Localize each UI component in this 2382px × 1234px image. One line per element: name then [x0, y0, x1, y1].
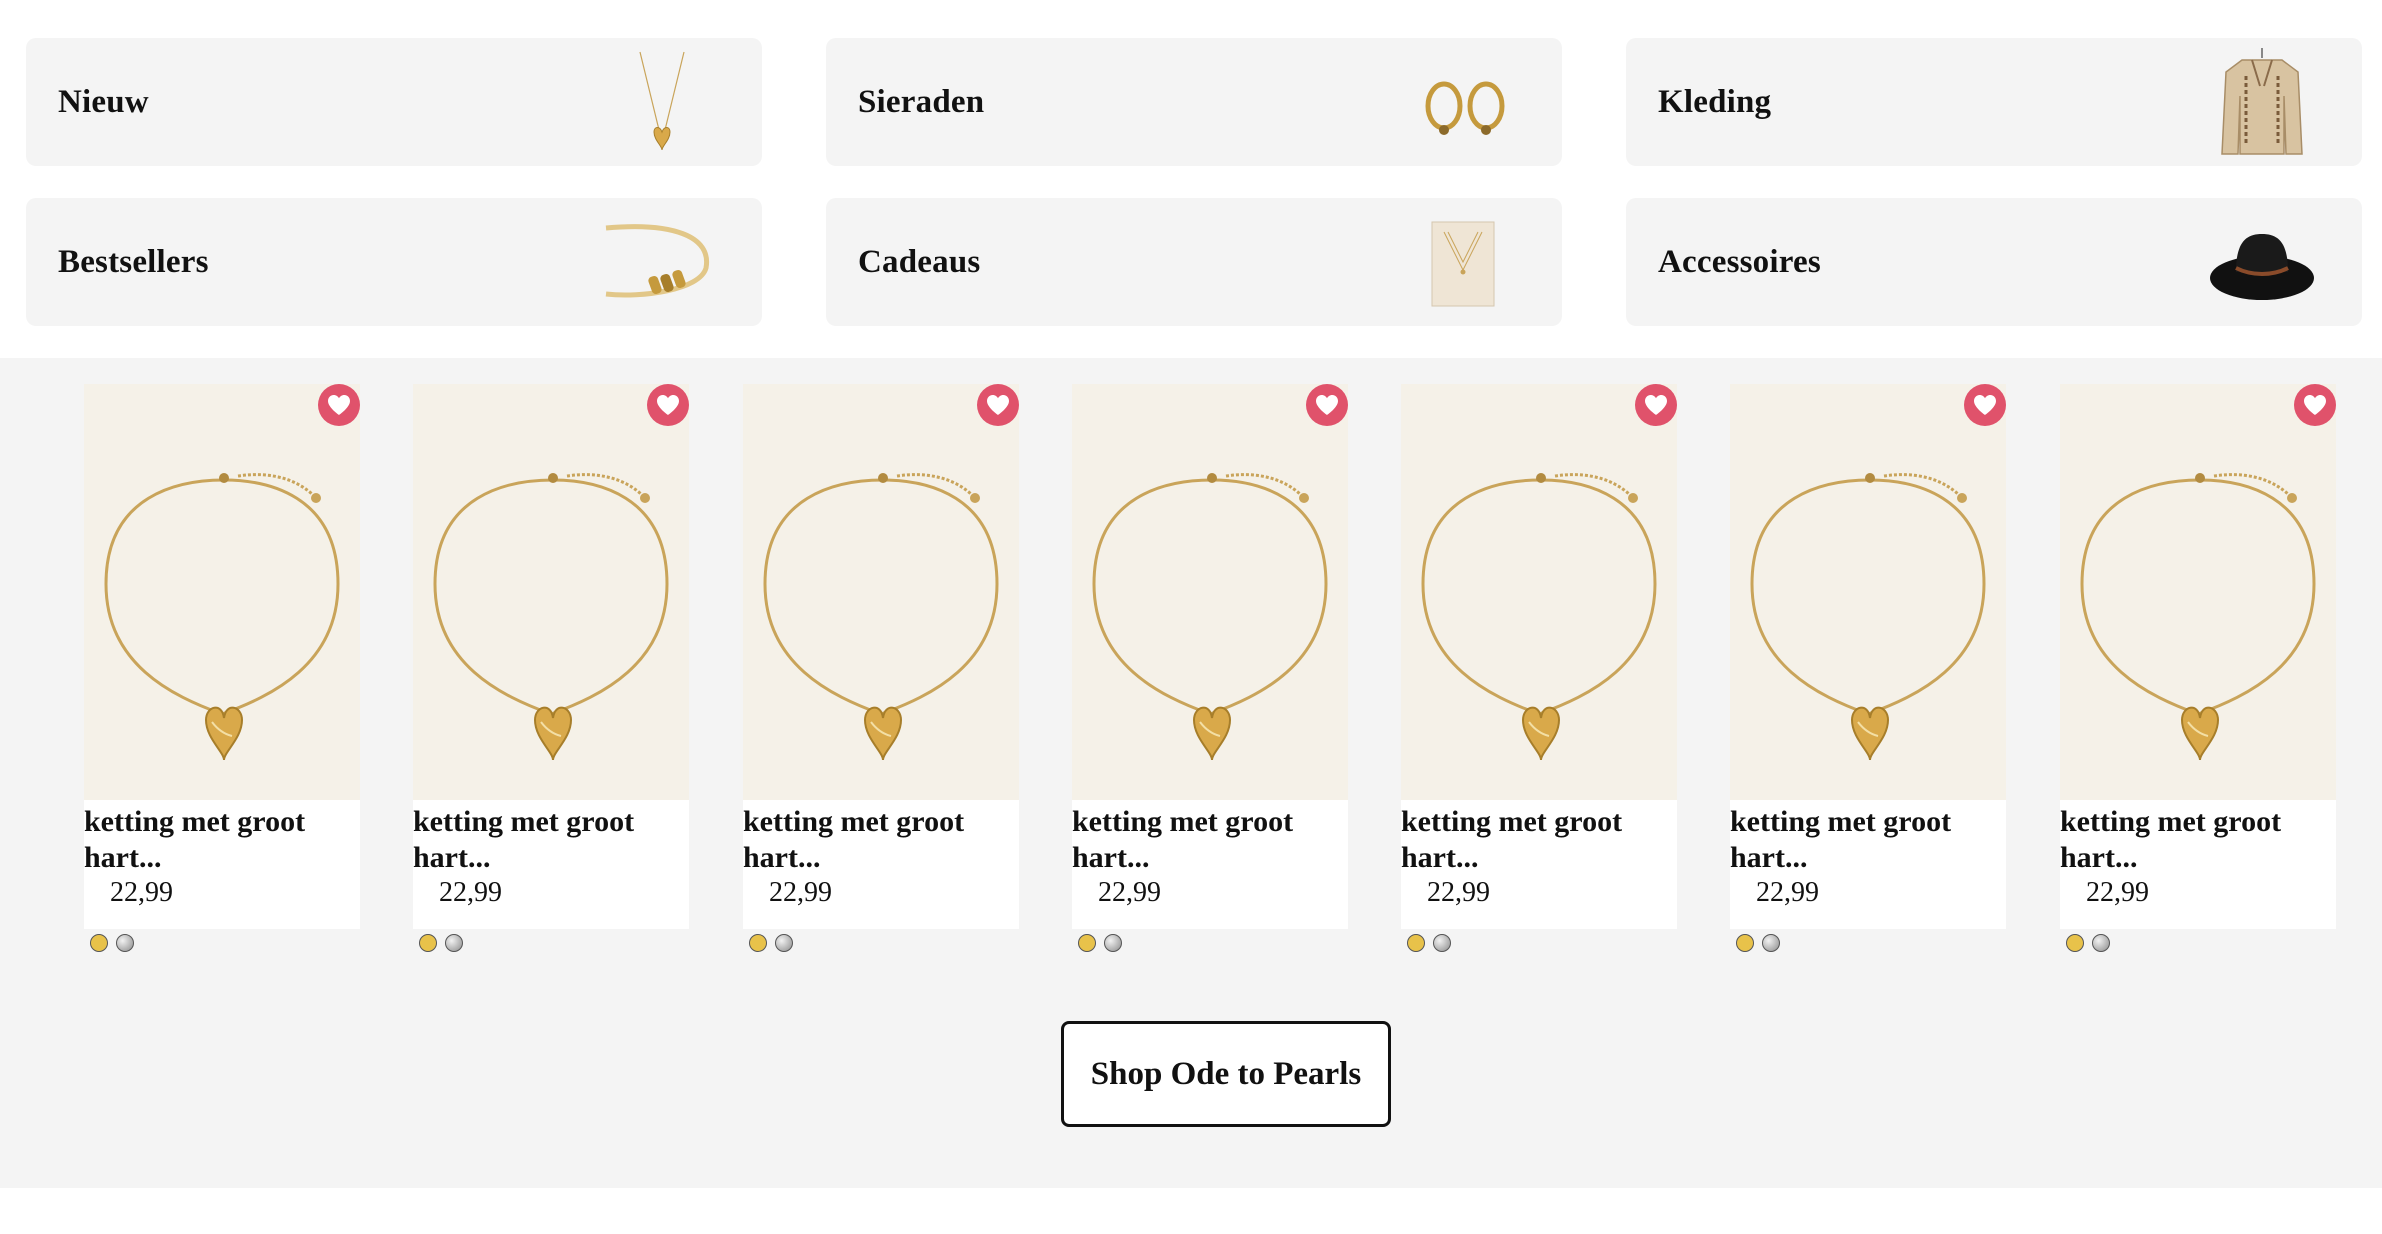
color-swatch-gold[interactable]: [1736, 934, 1754, 952]
color-swatch-silver[interactable]: [1104, 934, 1122, 952]
color-swatch-silver[interactable]: [1762, 934, 1780, 952]
wishlist-button[interactable]: [977, 384, 1019, 426]
category-image-hat: [2202, 206, 2322, 318]
page-footer-strip: [0, 1188, 2382, 1234]
product-card[interactable]: ketting met groot hart... 22,99: [84, 384, 360, 952]
category-image-cardigan: [2202, 46, 2322, 158]
product-price: 22,99: [110, 877, 173, 908]
shop-collection-button[interactable]: Shop Ode to Pearls: [1061, 1021, 1391, 1127]
category-label: Bestsellers: [58, 244, 209, 280]
product-carousel: ketting met groot hart... 22,99 ketting …: [0, 358, 2382, 1188]
product-card[interactable]: ketting met groot hart... 22,99: [2060, 384, 2336, 952]
category-tile-nieuw[interactable]: Nieuw: [26, 38, 762, 166]
category-image-earrings: [1402, 46, 1522, 158]
category-tile-accessoires[interactable]: Accessoires: [1626, 198, 2362, 326]
product-price: 22,99: [1427, 877, 1490, 908]
category-label: Accessoires: [1658, 244, 1821, 280]
product-title[interactable]: ketting met groot hart...: [2060, 804, 2336, 876]
color-swatches: [90, 934, 134, 952]
color-swatches: [1078, 934, 1122, 952]
product-image[interactable]: [2060, 384, 2336, 800]
color-swatch-gold[interactable]: [1078, 934, 1096, 952]
category-image-necklace: [602, 46, 722, 158]
category-tile-kleding[interactable]: Kleding: [1626, 38, 2362, 166]
product-image[interactable]: [1401, 384, 1677, 800]
product-title[interactable]: ketting met groot hart...: [1730, 804, 2006, 876]
product-title[interactable]: ketting met groot hart...: [1072, 804, 1348, 876]
heart-icon: [1314, 393, 1340, 417]
category-tile-bestsellers[interactable]: Bestsellers: [26, 198, 762, 326]
color-swatch-silver[interactable]: [445, 934, 463, 952]
wishlist-button[interactable]: [647, 384, 689, 426]
color-swatches: [2066, 934, 2110, 952]
color-swatches: [419, 934, 463, 952]
heart-icon: [2302, 393, 2328, 417]
heart-icon: [326, 393, 352, 417]
category-tile-sieraden[interactable]: Sieraden: [826, 38, 1562, 166]
product-title[interactable]: ketting met groot hart...: [743, 804, 1019, 876]
product-title[interactable]: ketting met groot hart...: [413, 804, 689, 876]
color-swatch-gold[interactable]: [90, 934, 108, 952]
product-card[interactable]: ketting met groot hart... 22,99: [743, 384, 1019, 952]
product-image[interactable]: [84, 384, 360, 800]
product-card[interactable]: ketting met groot hart... 22,99: [1072, 384, 1348, 952]
color-swatch-gold[interactable]: [419, 934, 437, 952]
color-swatch-silver[interactable]: [116, 934, 134, 952]
color-swatch-gold[interactable]: [749, 934, 767, 952]
product-image[interactable]: [743, 384, 1019, 800]
wishlist-button[interactable]: [1635, 384, 1677, 426]
product-image[interactable]: [1730, 384, 2006, 800]
wishlist-button[interactable]: [318, 384, 360, 426]
color-swatch-silver[interactable]: [775, 934, 793, 952]
wishlist-button[interactable]: [2294, 384, 2336, 426]
product-card[interactable]: ketting met groot hart... 22,99: [1730, 384, 2006, 952]
product-title[interactable]: ketting met groot hart...: [1401, 804, 1677, 876]
category-grid: Nieuw Sieraden Kleding Bestsellers Cadea…: [0, 0, 2382, 358]
color-swatch-silver[interactable]: [2092, 934, 2110, 952]
product-card[interactable]: ketting met groot hart... 22,99: [413, 384, 689, 952]
product-price: 22,99: [439, 877, 502, 908]
category-label: Sieraden: [858, 84, 985, 120]
product-card[interactable]: ketting met groot hart... 22,99: [1401, 384, 1677, 952]
color-swatches: [749, 934, 793, 952]
category-image-bracelet: [602, 206, 722, 318]
category-image-gift-card: [1402, 206, 1522, 318]
category-label: Nieuw: [58, 84, 149, 120]
product-price: 22,99: [1098, 877, 1161, 908]
wishlist-button[interactable]: [1306, 384, 1348, 426]
color-swatch-gold[interactable]: [2066, 934, 2084, 952]
category-label: Cadeaus: [858, 244, 981, 280]
product-title[interactable]: ketting met groot hart...: [84, 804, 360, 876]
color-swatches: [1736, 934, 1780, 952]
wishlist-button[interactable]: [1964, 384, 2006, 426]
product-image[interactable]: [1072, 384, 1348, 800]
product-image[interactable]: [413, 384, 689, 800]
color-swatches: [1407, 934, 1451, 952]
heart-icon: [1972, 393, 1998, 417]
product-price: 22,99: [1756, 877, 1819, 908]
color-swatch-gold[interactable]: [1407, 934, 1425, 952]
category-tile-cadeaus[interactable]: Cadeaus: [826, 198, 1562, 326]
product-price: 22,99: [769, 877, 832, 908]
heart-icon: [655, 393, 681, 417]
heart-icon: [1643, 393, 1669, 417]
color-swatch-silver[interactable]: [1433, 934, 1451, 952]
heart-icon: [985, 393, 1011, 417]
product-price: 22,99: [2086, 877, 2149, 908]
category-label: Kleding: [1658, 84, 1772, 120]
